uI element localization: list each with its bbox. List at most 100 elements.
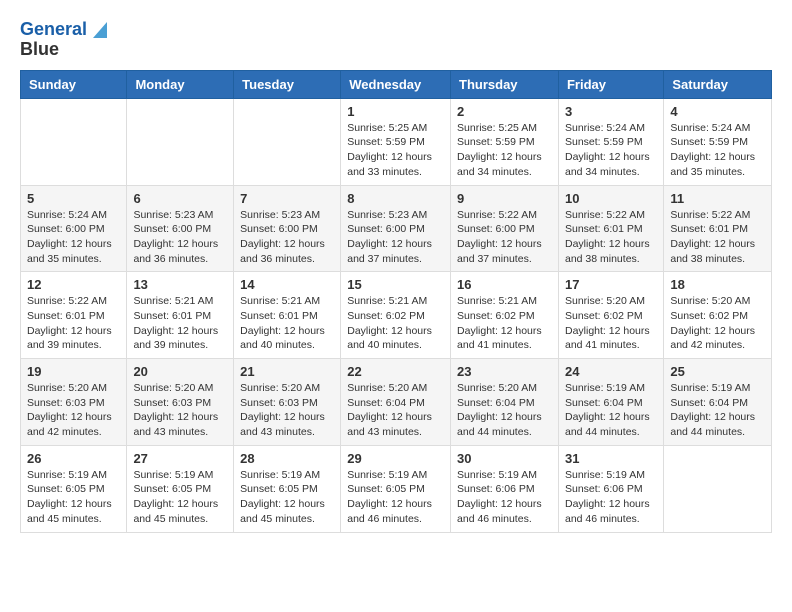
day-number: 2	[457, 104, 552, 119]
calendar-day-cell	[234, 98, 341, 185]
day-number: 12	[27, 277, 120, 292]
day-number: 27	[133, 451, 227, 466]
calendar-day-cell: 11Sunrise: 5:22 AMSunset: 6:01 PMDayligh…	[664, 185, 772, 272]
day-number: 26	[27, 451, 120, 466]
day-info: Sunrise: 5:22 AMSunset: 6:00 PMDaylight:…	[457, 208, 552, 267]
day-info: Sunrise: 5:21 AMSunset: 6:01 PMDaylight:…	[133, 294, 227, 353]
day-number: 3	[565, 104, 657, 119]
calendar-week-row: 1 Sunrise: 5:25 AMSunset: 5:59 PMDaylight…	[21, 98, 772, 185]
day-info: Sunrise: 5:19 AMSunset: 6:05 PMDaylight:…	[133, 468, 227, 527]
day-number: 16	[457, 277, 552, 292]
day-number: 4	[670, 104, 765, 119]
day-info: Sunrise: 5:21 AMSunset: 6:01 PMDaylight:…	[240, 294, 334, 353]
day-number: 28	[240, 451, 334, 466]
weekday-header-tuesday: Tuesday	[234, 70, 341, 98]
day-number: 17	[565, 277, 657, 292]
day-number: 29	[347, 451, 444, 466]
day-number: 15	[347, 277, 444, 292]
calendar-day-cell: 19 Sunrise: 5:20 AMSunset: 6:03 PMDayligh…	[21, 359, 127, 446]
weekday-header-wednesday: Wednesday	[341, 70, 451, 98]
day-number: 6	[133, 191, 227, 206]
calendar-day-cell: 29Sunrise: 5:19 AMSunset: 6:05 PMDayligh…	[341, 445, 451, 532]
calendar-week-row: 12Sunrise: 5:22 AMSunset: 6:01 PMDayligh…	[21, 272, 772, 359]
page-header: General Blue	[20, 20, 772, 60]
day-info: Sunrise: 5:19 AMSunset: 6:05 PMDaylight:…	[240, 468, 334, 527]
logo-icon	[89, 18, 111, 40]
weekday-header-sunday: Sunday	[21, 70, 127, 98]
weekday-header-friday: Friday	[558, 70, 663, 98]
calendar-day-cell: 1 Sunrise: 5:25 AMSunset: 5:59 PMDaylight…	[341, 98, 451, 185]
day-number: 22	[347, 364, 444, 379]
day-number: 11	[670, 191, 765, 206]
day-number: 14	[240, 277, 334, 292]
calendar-day-cell: 18 Sunrise: 5:20 AMSunset: 6:02 PMDayligh…	[664, 272, 772, 359]
day-number: 7	[240, 191, 334, 206]
calendar-week-row: 19 Sunrise: 5:20 AMSunset: 6:03 PMDayligh…	[21, 359, 772, 446]
calendar-day-cell	[21, 98, 127, 185]
day-info: Sunrise: 5:24 AMSunset: 5:59 PMDaylight:…	[670, 121, 765, 180]
calendar-day-cell: 17 Sunrise: 5:20 AMSunset: 6:02 PMDayligh…	[558, 272, 663, 359]
day-number: 31	[565, 451, 657, 466]
calendar-day-cell	[664, 445, 772, 532]
day-info: Sunrise: 5:20 AMSunset: 6:02 PMDaylight:…	[565, 294, 657, 353]
calendar-day-cell: 3 Sunrise: 5:24 AMSunset: 5:59 PMDaylight…	[558, 98, 663, 185]
day-number: 30	[457, 451, 552, 466]
day-info: Sunrise: 5:19 AMSunset: 6:05 PMDaylight:…	[27, 468, 120, 527]
day-info: Sunrise: 5:22 AMSunset: 6:01 PMDaylight:…	[565, 208, 657, 267]
day-number: 8	[347, 191, 444, 206]
calendar-day-cell: 22Sunrise: 5:20 AMSunset: 6:04 PMDayligh…	[341, 359, 451, 446]
calendar-day-cell: 16 Sunrise: 5:21 AMSunset: 6:02 PMDayligh…	[451, 272, 559, 359]
day-info: Sunrise: 5:20 AMSunset: 6:03 PMDaylight:…	[27, 381, 120, 440]
weekday-header-thursday: Thursday	[451, 70, 559, 98]
calendar-table: SundayMondayTuesdayWednesdayThursdayFrid…	[20, 70, 772, 533]
day-info: Sunrise: 5:20 AMSunset: 6:03 PMDaylight:…	[133, 381, 227, 440]
day-info: Sunrise: 5:19 AMSunset: 6:06 PMDaylight:…	[457, 468, 552, 527]
day-number: 24	[565, 364, 657, 379]
day-info: Sunrise: 5:25 AMSunset: 5:59 PMDaylight:…	[347, 121, 444, 180]
day-info: Sunrise: 5:19 AMSunset: 6:06 PMDaylight:…	[565, 468, 657, 527]
calendar-day-cell: 23 Sunrise: 5:20 AMSunset: 6:04 PMDayligh…	[451, 359, 559, 446]
calendar-day-cell: 14 Sunrise: 5:21 AMSunset: 6:01 PMDayligh…	[234, 272, 341, 359]
day-number: 18	[670, 277, 765, 292]
calendar-day-cell: 13 Sunrise: 5:21 AMSunset: 6:01 PMDayligh…	[127, 272, 234, 359]
calendar-day-cell: 20Sunrise: 5:20 AMSunset: 6:03 PMDayligh…	[127, 359, 234, 446]
calendar-day-cell: 27 Sunrise: 5:19 AMSunset: 6:05 PMDayligh…	[127, 445, 234, 532]
day-info: Sunrise: 5:21 AMSunset: 6:02 PMDaylight:…	[457, 294, 552, 353]
day-info: Sunrise: 5:23 AMSunset: 6:00 PMDaylight:…	[347, 208, 444, 267]
calendar-day-cell: 9 Sunrise: 5:22 AMSunset: 6:00 PMDaylight…	[451, 185, 559, 272]
calendar-week-row: 26 Sunrise: 5:19 AMSunset: 6:05 PMDayligh…	[21, 445, 772, 532]
calendar-day-cell: 10Sunrise: 5:22 AMSunset: 6:01 PMDayligh…	[558, 185, 663, 272]
day-number: 1	[347, 104, 444, 119]
calendar-week-row: 5 Sunrise: 5:24 AMSunset: 6:00 PMDaylight…	[21, 185, 772, 272]
weekday-header-monday: Monday	[127, 70, 234, 98]
day-info: Sunrise: 5:20 AMSunset: 6:02 PMDaylight:…	[670, 294, 765, 353]
day-number: 9	[457, 191, 552, 206]
calendar-day-cell: 31 Sunrise: 5:19 AMSunset: 6:06 PMDayligh…	[558, 445, 663, 532]
calendar-day-cell	[127, 98, 234, 185]
day-info: Sunrise: 5:23 AMSunset: 6:00 PMDaylight:…	[240, 208, 334, 267]
calendar-day-cell: 28 Sunrise: 5:19 AMSunset: 6:05 PMDayligh…	[234, 445, 341, 532]
calendar-day-cell: 8 Sunrise: 5:23 AMSunset: 6:00 PMDaylight…	[341, 185, 451, 272]
weekday-header-saturday: Saturday	[664, 70, 772, 98]
calendar-day-cell: 5 Sunrise: 5:24 AMSunset: 6:00 PMDaylight…	[21, 185, 127, 272]
calendar-day-cell: 30 Sunrise: 5:19 AMSunset: 6:06 PMDayligh…	[451, 445, 559, 532]
day-number: 5	[27, 191, 120, 206]
day-number: 13	[133, 277, 227, 292]
logo: General Blue	[20, 20, 111, 60]
day-info: Sunrise: 5:24 AMSunset: 5:59 PMDaylight:…	[565, 121, 657, 180]
calendar-day-cell: 24Sunrise: 5:19 AMSunset: 6:04 PMDayligh…	[558, 359, 663, 446]
day-number: 21	[240, 364, 334, 379]
calendar-day-cell: 7 Sunrise: 5:23 AMSunset: 6:00 PMDaylight…	[234, 185, 341, 272]
day-number: 25	[670, 364, 765, 379]
day-info: Sunrise: 5:25 AMSunset: 5:59 PMDaylight:…	[457, 121, 552, 180]
day-info: Sunrise: 5:24 AMSunset: 6:00 PMDaylight:…	[27, 208, 120, 267]
calendar-day-cell: 2 Sunrise: 5:25 AMSunset: 5:59 PMDaylight…	[451, 98, 559, 185]
day-info: Sunrise: 5:20 AMSunset: 6:04 PMDaylight:…	[457, 381, 552, 440]
calendar-header-row: SundayMondayTuesdayWednesdayThursdayFrid…	[21, 70, 772, 98]
calendar-day-cell: 12Sunrise: 5:22 AMSunset: 6:01 PMDayligh…	[21, 272, 127, 359]
day-number: 19	[27, 364, 120, 379]
calendar-day-cell: 25Sunrise: 5:19 AMSunset: 6:04 PMDayligh…	[664, 359, 772, 446]
day-number: 23	[457, 364, 552, 379]
logo-text-line2: Blue	[20, 40, 59, 60]
logo-text-line1: General	[20, 20, 87, 40]
